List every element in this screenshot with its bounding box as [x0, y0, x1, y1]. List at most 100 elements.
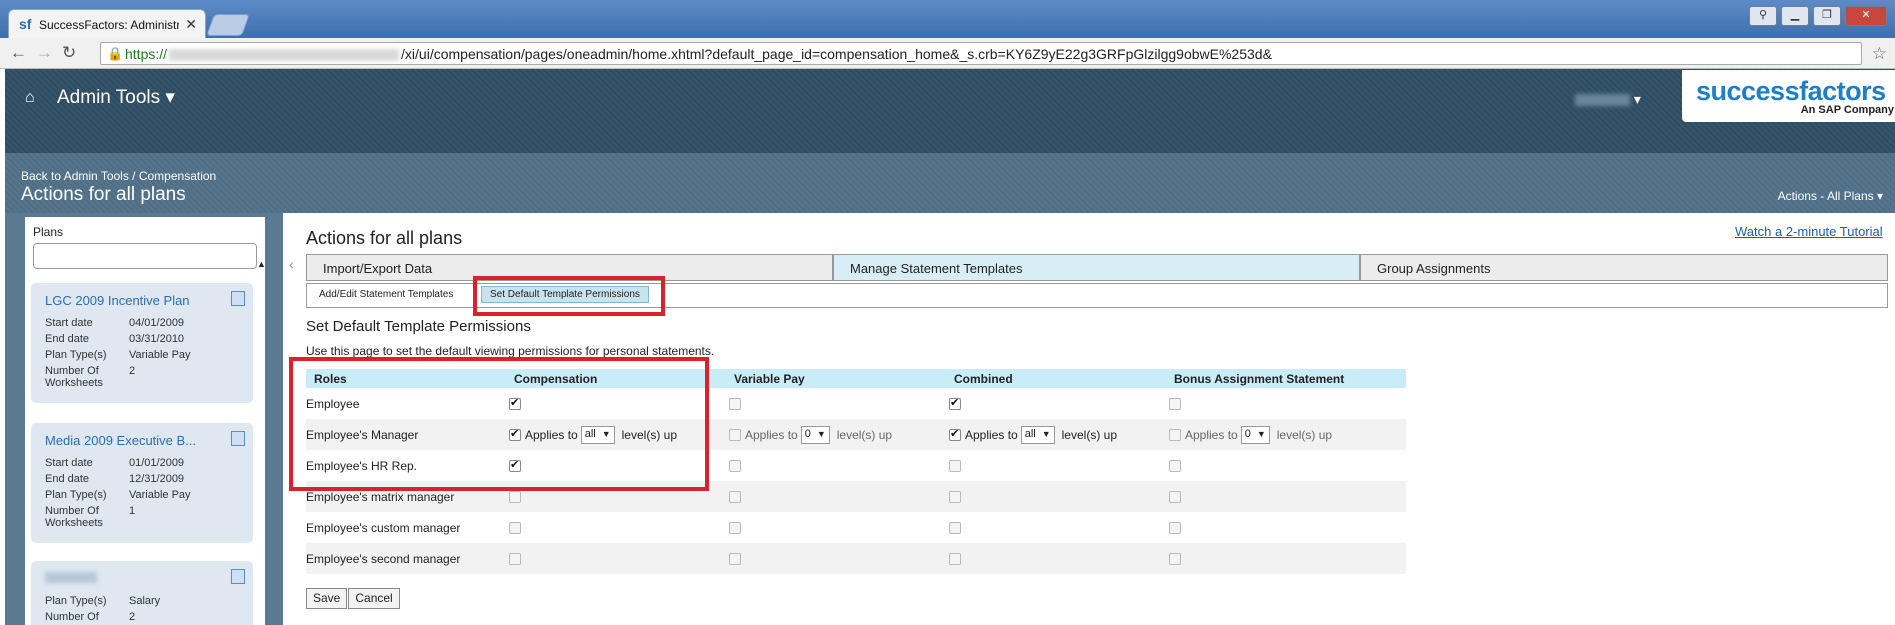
user-icon[interactable]: ⚲ — [1749, 6, 1777, 26]
applies-to-label: Applies to — [965, 427, 1018, 442]
home-icon[interactable]: ⌂ — [25, 89, 35, 107]
variable-pay-checkbox[interactable] — [729, 460, 741, 473]
successfactors-logo: successfactors An SAP Company — [1682, 70, 1895, 122]
back-icon[interactable]: ← — [10, 43, 27, 63]
plan-name-redacted[interactable] — [45, 571, 97, 586]
plan-card[interactable]: LGC 2009 Incentive Plan Start date 04/01/… — [31, 283, 253, 403]
highlight-box-compensation — [289, 357, 709, 491]
bonus-checkbox[interactable] — [1169, 428, 1181, 441]
copy-icon[interactable] — [231, 288, 250, 306]
field-label: Start date — [45, 317, 93, 329]
combined-checkbox[interactable] — [949, 460, 961, 473]
browser-tab-title: SuccessFactors: Administr — [39, 18, 179, 32]
field-label: Plan Type(s) — [45, 595, 107, 607]
field-value: Salary — [129, 595, 161, 607]
variable-pay-checkbox[interactable] — [729, 491, 741, 504]
compensation-checkbox[interactable] — [509, 553, 521, 566]
save-button[interactable]: Save — [306, 588, 348, 609]
field-value: 12/31/2009 — [129, 473, 185, 485]
successfactors-favicon-icon: sf — [19, 16, 32, 32]
close-window-button[interactable]: ✕ — [1845, 6, 1887, 26]
combined-checkbox[interactable] — [949, 427, 961, 441]
section-description: Use this page to set the default viewing… — [306, 344, 715, 358]
url-field[interactable]: 🔒 https:///xi/ui/compensation/pages/onea… — [100, 42, 1862, 65]
variable-pay-checkbox[interactable] — [729, 522, 741, 535]
column-header: Bonus Assignment Statement — [1166, 369, 1406, 388]
variable-pay-checkbox[interactable] — [729, 398, 741, 411]
plans-list: Plans ▲ LGC 2009 Incentive Plan Start da… — [25, 217, 265, 625]
tutorial-link[interactable]: Watch a 2-minute Tutorial — [1735, 224, 1883, 239]
bookmark-star-icon[interactable]: ☆ — [1872, 44, 1887, 64]
subtab-add-edit-templates[interactable]: Add/Edit Statement Templates — [319, 289, 453, 300]
new-tab-button[interactable] — [205, 14, 251, 36]
compensation-checkbox[interactable] — [509, 522, 521, 535]
close-tab-icon[interactable]: ✕ — [185, 16, 197, 33]
highlight-box-subtab — [473, 276, 665, 316]
user-menu[interactable]: ▾ — [1575, 91, 1641, 108]
field-value: 03/31/2010 — [129, 333, 185, 345]
forward-icon[interactable]: → — [36, 43, 53, 63]
scroll-up-icon[interactable]: ▲ — [257, 259, 265, 269]
plans-search-input[interactable] — [33, 243, 257, 269]
page-subheader: Back to Admin Tools / Compensation Actio… — [5, 153, 1895, 213]
field-label: End date — [45, 473, 90, 485]
plan-name[interactable]: LGC 2009 Incentive Plan — [45, 293, 190, 308]
url-text: https:///xi/ui/compensation/pages/oneadm… — [125, 46, 1272, 62]
plan-card[interactable]: Media 2009 Executive B... Start date 01/0… — [31, 423, 253, 543]
table-row: Employee's custom manager — [306, 512, 1406, 543]
combined-checkbox[interactable] — [949, 491, 961, 504]
admin-tools-menu[interactable]: Admin Tools ▾ — [57, 86, 175, 109]
variable-pay-checkbox[interactable] — [729, 428, 741, 441]
main-title: Actions for all plans — [306, 228, 463, 248]
applies-to-label: Applies to — [1185, 427, 1238, 442]
bonus-checkbox[interactable] — [1169, 491, 1181, 504]
applies-to-label: Applies to — [745, 427, 798, 442]
bonus-checkbox[interactable] — [1169, 522, 1181, 535]
field-label: Number Of Worksheets — [45, 505, 103, 529]
field-value: Variable Pay — [129, 489, 191, 501]
variable-pay-checkbox[interactable] — [729, 553, 741, 566]
level-select[interactable]: 0 ▼ — [1240, 425, 1270, 444]
bonus-checkbox[interactable] — [1169, 553, 1181, 566]
field-label: Number Of Worksheets — [45, 365, 103, 389]
reload-icon[interactable]: ↻ — [62, 43, 76, 63]
browser-tab[interactable]: sf SuccessFactors: Administr ✕ — [8, 9, 206, 39]
field-value: 2 — [129, 365, 136, 377]
combined-checkbox[interactable] — [949, 522, 961, 535]
bonus-checkbox[interactable] — [1169, 398, 1181, 411]
field-label: Start date — [45, 457, 93, 469]
levels-up-label: level(s) up — [836, 427, 893, 442]
maximize-button[interactable]: ❐ — [1813, 6, 1841, 26]
copy-icon[interactable] — [231, 566, 250, 584]
browser-tabbar: sf SuccessFactors: Administr ✕ ⚲ ▁ ❐ ✕ — [0, 0, 1895, 39]
plan-card[interactable]: Plan Type(s) Salary Number Of 2 — [31, 561, 253, 625]
window-controls: ⚲ ▁ ❐ ✕ — [1749, 6, 1887, 26]
copy-icon[interactable] — [231, 428, 250, 446]
address-bar: ← → ↻ 🔒 https:///xi/ui/compensation/page… — [0, 38, 1895, 69]
plans-label: Plans — [33, 225, 64, 239]
role-label: Employee's second manager — [306, 543, 506, 574]
field-value: 2 — [129, 611, 136, 623]
role-label: Employee's custom manager — [306, 520, 461, 535]
field-value: Variable Pay — [129, 349, 191, 361]
field-label: Plan Type(s) — [45, 489, 107, 501]
breadcrumb[interactable]: Back to Admin Tools / Compensation — [21, 169, 216, 183]
bonus-checkbox[interactable] — [1169, 460, 1181, 473]
tab-group-assignments[interactable]: Group Assignments — [1360, 254, 1888, 281]
column-header: Combined — [946, 369, 1166, 388]
combined-checkbox[interactable] — [949, 396, 961, 411]
level-select[interactable]: all ▼ — [1020, 425, 1055, 444]
actions-all-plans-menu[interactable]: Actions - All Plans ▾ — [1778, 189, 1883, 203]
combined-checkbox[interactable] — [949, 553, 961, 566]
minimize-button[interactable]: ▁ — [1781, 6, 1809, 26]
plan-name[interactable]: Media 2009 Executive B... — [45, 433, 196, 448]
field-label: Number Of — [45, 611, 99, 623]
form-buttons: Save Cancel — [306, 588, 401, 609]
field-label: Plan Type(s) — [45, 349, 107, 361]
tab-manage-statement-templates[interactable]: Manage Statement Templates — [833, 254, 1360, 281]
compensation-checkbox[interactable] — [509, 491, 521, 504]
collapse-sidebar-icon[interactable]: ‹ — [289, 256, 294, 272]
lock-icon: 🔒 — [107, 46, 124, 61]
cancel-button[interactable]: Cancel — [348, 588, 400, 609]
level-select[interactable]: 0 ▼ — [800, 425, 830, 444]
